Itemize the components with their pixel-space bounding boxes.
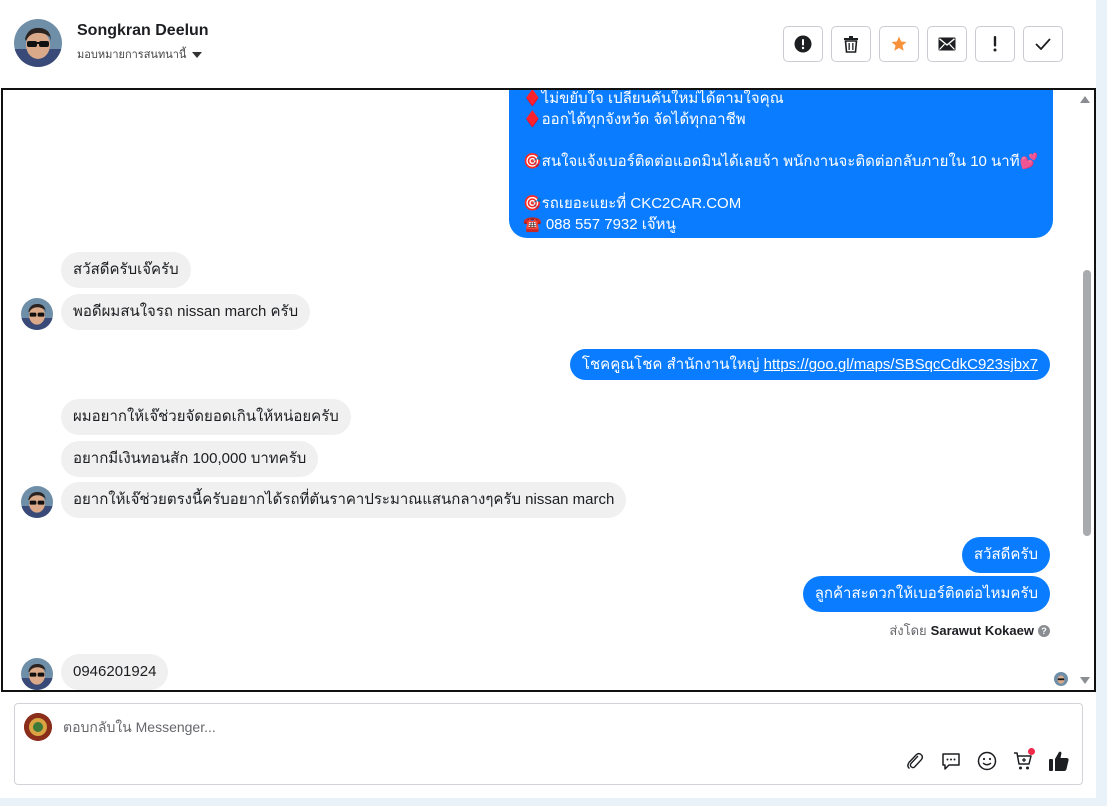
shop-button[interactable] <box>1012 748 1035 772</box>
reply-input[interactable] <box>63 716 863 738</box>
incoming-message: ผมอยากให้เจ๊ช่วยจัดยอดเกินให้หน่อยครับ <box>61 399 351 435</box>
saved-replies-button[interactable] <box>940 750 962 772</box>
page-avatar <box>24 713 52 741</box>
maps-link[interactable]: https://goo.gl/maps/SBSqcCdkC923sjbx7 <box>764 356 1038 373</box>
caret-down-icon <box>192 51 203 58</box>
paperclip-icon <box>907 752 924 770</box>
sent-by-info: ส่งโดย Sarawut Kokaew ? <box>889 620 1050 641</box>
promo-line: 🎯รถเยอะแยะที่ CKC2CAR.COM <box>523 195 742 212</box>
outgoing-message-promo: ♦️ไม่ขยับใจ เปลี่ยนคันใหม่ได้ตามใจคุณ ♦️… <box>509 90 1053 238</box>
report-spam-button[interactable] <box>783 26 823 62</box>
conversation-panel: Songkran Deelun มอบหมายการสนทนานี้ ♦️ไม่… <box>0 0 1096 798</box>
promo-line <box>523 130 1039 151</box>
seen-avatar <box>1054 672 1068 686</box>
assign-conversation-dropdown[interactable]: มอบหมายการสนทนานี้ <box>77 45 203 63</box>
mark-done-button[interactable] <box>1023 26 1063 62</box>
check-icon <box>1035 38 1051 50</box>
message-composer <box>14 703 1083 785</box>
emoji-button[interactable] <box>976 750 998 772</box>
conversation-header: Songkran Deelun มอบหมายการสนทนานี้ <box>0 0 1096 88</box>
promo-line: ♦️ไม่ขยับใจ เปลี่ยนคันใหม่ได้ตามใจคุณ <box>523 90 784 107</box>
scroll-up-arrow-icon[interactable] <box>1080 96 1090 103</box>
sender-avatar <box>21 658 53 690</box>
star-icon <box>891 36 907 51</box>
incoming-message: สวัสดีครับเจ๊ครับ <box>61 252 191 288</box>
exclamation-icon <box>993 36 997 52</box>
sent-by-name: Sarawut Kokaew <box>930 623 1034 638</box>
sender-avatar <box>21 298 53 330</box>
delete-button[interactable] <box>831 26 871 62</box>
thumbs-up-icon <box>1049 751 1069 771</box>
promo-line <box>523 172 1039 193</box>
question-icon[interactable]: ? <box>1038 624 1050 637</box>
message-list[interactable]: ♦️ไม่ขยับใจ เปลี่ยนคันใหม่ได้ตามใจคุณ ♦️… <box>1 88 1096 692</box>
follow-up-button[interactable] <box>975 26 1015 62</box>
sent-by-label: ส่งโดย <box>889 623 927 638</box>
speech-bubble-icon <box>942 753 960 770</box>
incoming-message: อยากให้เจ๊ช่วยตรงนี้ครับอยากได้รถที่ตันร… <box>61 482 627 518</box>
outgoing-message: ลูกค้าสะดวกให้เบอร์ติดต่อไหมครับ <box>802 576 1050 612</box>
scroll-down-arrow-icon[interactable] <box>1080 677 1090 684</box>
conversation-toolbar <box>783 26 1063 62</box>
composer-tools <box>904 748 1070 772</box>
notification-dot <box>1028 748 1035 755</box>
promo-line: ♦️ออกได้ทุกจังหวัด จัดได้ทุกอาชีพ <box>523 111 746 128</box>
smiley-icon <box>977 751 997 771</box>
incoming-message: 0946201924 <box>61 654 169 690</box>
mark-unread-button[interactable] <box>927 26 967 62</box>
contact-name: Songkran Deelun <box>77 22 209 39</box>
alert-circle-icon <box>794 35 812 53</box>
trash-icon <box>844 36 858 53</box>
promo-line: 🎯สนใจแจ้งเบอร์ติดต่อแอดมินได้เลยจ้า พนัก… <box>523 153 1039 170</box>
like-button[interactable] <box>1048 750 1070 772</box>
incoming-message: พอดีผมสนใจรถ nissan march ครับ <box>61 294 311 330</box>
assign-label: มอบหมายการสนทนานี้ <box>77 49 187 61</box>
link-prefix: โชคคูณโชค สำนักงานใหญ่ <box>581 356 764 373</box>
outgoing-message-link: โชคคูณโชค สำนักงานใหญ่ https://goo.gl/ma… <box>569 349 1050 380</box>
outgoing-message: สวัสดีครับ <box>961 537 1050 573</box>
attach-button[interactable] <box>904 750 926 772</box>
envelope-icon <box>938 37 956 51</box>
star-button[interactable] <box>879 26 919 62</box>
sender-avatar <box>21 486 53 518</box>
promo-line: ☎️ 088 557 7932 เจ๊หนู <box>523 216 676 233</box>
scrollbar-thumb[interactable] <box>1083 270 1091 536</box>
incoming-message: อยากมีเงินทอนสัก 100,000 บาทครับ <box>61 441 319 477</box>
contact-avatar[interactable] <box>14 19 62 67</box>
